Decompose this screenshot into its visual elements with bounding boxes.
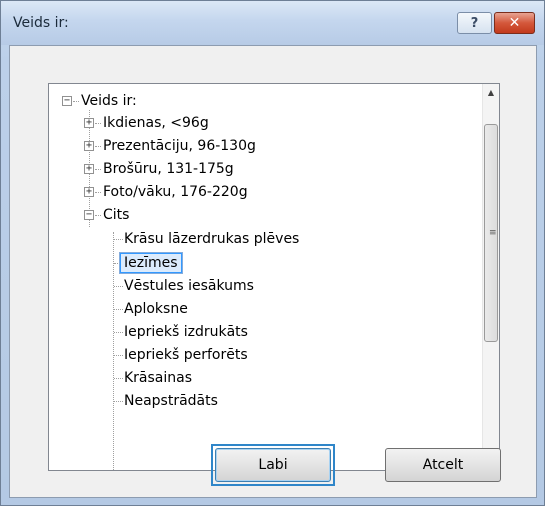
tree-node-ikdienas[interactable]: + Ikdienas, <96g (49, 112, 469, 134)
tree-node-root[interactable]: − Veids ir: (49, 90, 469, 112)
cancel-button[interactable]: Atcelt (385, 448, 501, 482)
scroll-up-arrow-icon[interactable]: ▲ (483, 84, 499, 101)
tree-item-label: Neapstrādāts (124, 393, 218, 409)
tree-item-vestules-iesakums[interactable]: Vēstules iesākums (49, 275, 469, 297)
paper-type-tree[interactable]: − Veids ir: + Ikdienas, <96g + Prezentāc… (48, 83, 500, 471)
tree-node-label: Cits (103, 207, 130, 223)
tree-node-label: Foto/vāku, 176-220g (103, 184, 248, 200)
tree-item-krasainas[interactable]: Krāsainas (49, 367, 469, 389)
tree-node-label: Ikdienas, <96g (103, 115, 209, 131)
tree-item-aploksne[interactable]: Aploksne (49, 298, 469, 320)
dialog-body: − Veids ir: + Ikdienas, <96g + Prezentāc… (9, 45, 537, 498)
question-mark-icon: ? (470, 15, 479, 31)
window-title: Veids ir: (13, 15, 69, 31)
tree-item-label: Iepriekš perforēts (124, 347, 248, 363)
collapse-icon[interactable]: − (62, 96, 72, 106)
tree-item-iezimes[interactable]: Iezīmes (49, 252, 469, 274)
dialog-window: Veids ir: ? ✕ − Veids ir: + Ikdienas, <9 (0, 0, 545, 506)
collapse-icon[interactable]: − (84, 210, 94, 220)
scrollbar-thumb[interactable]: ≡ (484, 124, 498, 342)
tree-item-label: Krāsainas (124, 370, 193, 386)
help-button[interactable]: ? (457, 12, 492, 34)
expand-icon[interactable]: + (84, 118, 94, 128)
tree-item-ieprieks-perforets[interactable]: Iepriekš perforēts (49, 344, 469, 366)
expand-icon[interactable]: + (84, 141, 94, 151)
ok-button[interactable]: Labi (215, 448, 331, 482)
tree-item-ieprieks-izdrukats[interactable]: Iepriekš izdrukāts (49, 321, 469, 343)
tree-item-label: Aploksne (124, 301, 188, 317)
close-icon: ✕ (508, 15, 521, 31)
vertical-scrollbar[interactable]: ▲ ≡ ▼ (482, 84, 499, 470)
close-button[interactable]: ✕ (494, 12, 535, 34)
tree-node-label: Veids ir: (81, 93, 137, 109)
tree-item-krasu-lazerdrukas[interactable]: Krāsu lāzerdrukas plēves (49, 228, 469, 250)
tree-node-brosuru[interactable]: + Brošūru, 131-175g (49, 158, 469, 180)
grip-icon: ≡ (489, 228, 497, 238)
expand-icon[interactable]: + (84, 164, 94, 174)
tree-node-prezentaciju[interactable]: + Prezentāciju, 96-130g (49, 135, 469, 157)
tree-node-foto-vaku[interactable]: + Foto/vāku, 176-220g (49, 181, 469, 203)
tree-node-cits[interactable]: − Cits (49, 204, 469, 226)
title-bar: Veids ir: ? ✕ (1, 1, 544, 45)
tree-item-label: Krāsu lāzerdrukas plēves (124, 231, 300, 247)
expand-icon[interactable]: + (84, 187, 94, 197)
tree-item-label: Vēstules iesākums (124, 278, 254, 294)
tree-node-label: Brošūru, 131-175g (103, 161, 234, 177)
tree-item-neapstradats[interactable]: Neapstrādāts (49, 390, 469, 412)
tree-node-label: Prezentāciju, 96-130g (103, 138, 256, 154)
tree-item-label-selected: Iezīmes (119, 252, 183, 274)
tree-item-label: Iepriekš izdrukāts (124, 324, 248, 340)
